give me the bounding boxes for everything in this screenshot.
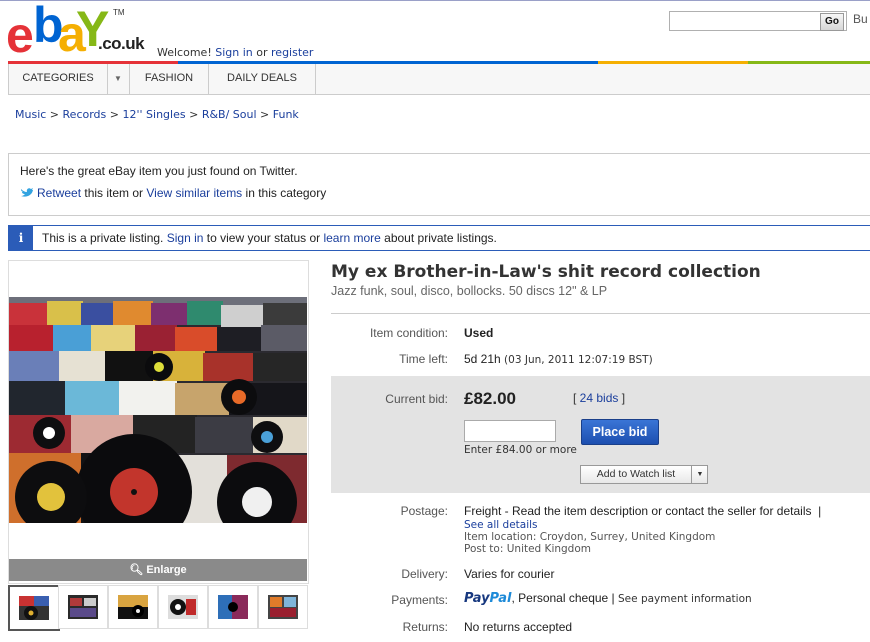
bid-count: [ 24 bids ]: [573, 391, 625, 405]
thumbnail-1[interactable]: [8, 585, 60, 631]
nav-fashion[interactable]: FASHION: [130, 64, 209, 94]
postage-value: Freight - Read the item description or c…: [464, 504, 821, 518]
top-border-line: [0, 0, 870, 1]
thumbnail-2[interactable]: [58, 585, 108, 629]
delivery-label: Delivery:: [401, 567, 448, 581]
minimum-bid-hint: Enter £84.00 or more: [464, 444, 577, 456]
twitter-end-text: in this category: [242, 186, 327, 200]
title-divider: [331, 313, 870, 314]
private-listing-text: This is a private listing. Sign in to vi…: [42, 231, 497, 245]
private-listing-notice: i This is a private listing. Sign in to …: [8, 225, 870, 251]
paypal-logo-pay: Pay: [464, 591, 490, 606]
see-all-details-link[interactable]: See all details: [464, 519, 538, 531]
condition-value: Used: [464, 326, 494, 340]
buy-link[interactable]: Bu: [853, 12, 868, 26]
breadcrumb-records[interactable]: Records: [63, 108, 107, 121]
current-bid-label: Current bid:: [385, 392, 448, 406]
returns-label: Returns:: [402, 620, 448, 634]
current-bid-price: £82.00: [464, 389, 516, 408]
private-prefix: This is a private listing.: [42, 231, 167, 245]
thumbnail-image: [68, 595, 98, 619]
paypal-logo: PayPal: [464, 591, 511, 606]
ebay-logo[interactable]: e b a Y TM .co.uk: [6, 0, 156, 63]
learn-more-link[interactable]: learn more: [323, 231, 380, 245]
enlarge-label: Enlarge: [146, 564, 187, 576]
item-subtitle: Jazz funk, soul, disco, bollocks. 50 dis…: [331, 284, 608, 298]
thumbnail-image: [268, 595, 298, 619]
post-to: Post to: United Kingdom: [464, 543, 591, 555]
view-similar-link[interactable]: View similar items: [146, 186, 242, 200]
categories-dropdown-icon[interactable]: ▼: [107, 64, 130, 94]
payments-label: Payments:: [391, 593, 448, 607]
logo-letter-b: b: [33, 0, 63, 53]
bid-amount-input[interactable]: [464, 420, 556, 442]
end-time: (03 Jun, 2011 12:07:19 BST): [504, 354, 653, 366]
item-title: My ex Brother-in-Law's shit record colle…: [331, 262, 761, 282]
delivery-value: Varies for courier: [464, 567, 555, 581]
bids-bracket-open: [: [573, 391, 580, 405]
welcome-prefix: Welcome!: [157, 46, 216, 59]
thumbnail-5[interactable]: [208, 585, 258, 629]
twitter-actions: Retweet this item or View similar items …: [20, 186, 326, 200]
sign-in-link[interactable]: Sign in: [215, 46, 253, 59]
retweet-link[interactable]: Retweet: [37, 186, 81, 200]
breadcrumb-music[interactable]: Music: [15, 108, 46, 121]
logo-trademark: TM: [113, 8, 125, 17]
thumbnail-image: [218, 595, 248, 619]
twitter-bird-icon: [21, 188, 33, 197]
category-navbar: CATEGORIES ▼ FASHION DAILY DEALS: [8, 64, 870, 95]
private-end: about private listings.: [380, 231, 497, 245]
see-payment-info-link[interactable]: See payment information: [618, 593, 752, 605]
info-icon: i: [9, 226, 33, 250]
returns-value: No returns accepted: [464, 620, 573, 634]
private-sign-in-link[interactable]: Sign in: [167, 231, 204, 245]
thumbnail-6[interactable]: [258, 585, 308, 629]
postage-text: Freight - Read the item description or c…: [464, 504, 812, 518]
payments-other: , Personal cheque |: [511, 591, 619, 605]
thumbnail-image: [168, 595, 198, 619]
thumbnail-image: [19, 596, 49, 620]
item-main-photo[interactable]: [9, 297, 307, 523]
thumbnail-image: [118, 595, 148, 619]
time-left-label: Time left:: [399, 352, 448, 366]
bids-link[interactable]: 24 bids: [580, 391, 619, 405]
bids-bracket-close: ]: [618, 391, 626, 405]
register-link[interactable]: register: [271, 46, 313, 59]
see-all-details-text[interactable]: See all details: [464, 519, 538, 531]
place-bid-button[interactable]: Place bid: [581, 419, 659, 445]
breadcrumb: Music > Records > 12'' Singles > R&B/ So…: [15, 108, 299, 121]
welcome-or: or: [252, 46, 272, 59]
welcome-message: Welcome! Sign in or register: [157, 46, 313, 59]
twitter-mid-text: this item or: [81, 186, 147, 200]
postage-label: Postage:: [400, 504, 448, 518]
payments-value: PayPal, Personal cheque | See payment in…: [464, 591, 752, 606]
watch-dropdown-icon[interactable]: ▼: [691, 466, 708, 483]
condition-label: Item condition:: [369, 326, 448, 340]
magnifier-icon: 🔍︎: [129, 564, 147, 576]
breadcrumb-rnb-soul[interactable]: R&B/ Soul: [202, 108, 257, 121]
postage-separator: |: [818, 504, 822, 518]
thumbnail-4[interactable]: [158, 585, 208, 629]
nav-daily-deals[interactable]: DAILY DEALS: [209, 64, 316, 94]
thumbnail-strip: [8, 585, 308, 631]
breadcrumb-12-singles[interactable]: 12'' Singles: [123, 108, 186, 121]
item-location: Item location: Croydon, Surrey, United K…: [464, 531, 716, 543]
twitter-message: Here's the great eBay item you just foun…: [20, 164, 298, 178]
logo-letter-e: e: [6, 7, 34, 63]
breadcrumb-funk[interactable]: Funk: [273, 108, 299, 121]
logo-domain: .co.uk: [98, 34, 145, 53]
twitter-found-box: Here's the great eBay item you just foun…: [8, 153, 870, 216]
add-to-watch-list-button[interactable]: Add to Watch list ▼: [580, 465, 708, 484]
go-button[interactable]: Go: [820, 13, 844, 31]
time-left-value: 5d 21h (03 Jun, 2011 12:07:19 BST): [464, 352, 653, 366]
enlarge-button[interactable]: 🔍︎ Enlarge: [9, 559, 307, 581]
nav-categories[interactable]: CATEGORIES: [8, 64, 108, 94]
watch-list-label[interactable]: Add to Watch list: [581, 466, 691, 483]
private-mid: to view your status or: [203, 231, 324, 245]
time-left: 5d 21h: [464, 352, 501, 366]
thumbnail-3[interactable]: [108, 585, 158, 629]
paypal-logo-pal: Pal: [489, 591, 512, 606]
